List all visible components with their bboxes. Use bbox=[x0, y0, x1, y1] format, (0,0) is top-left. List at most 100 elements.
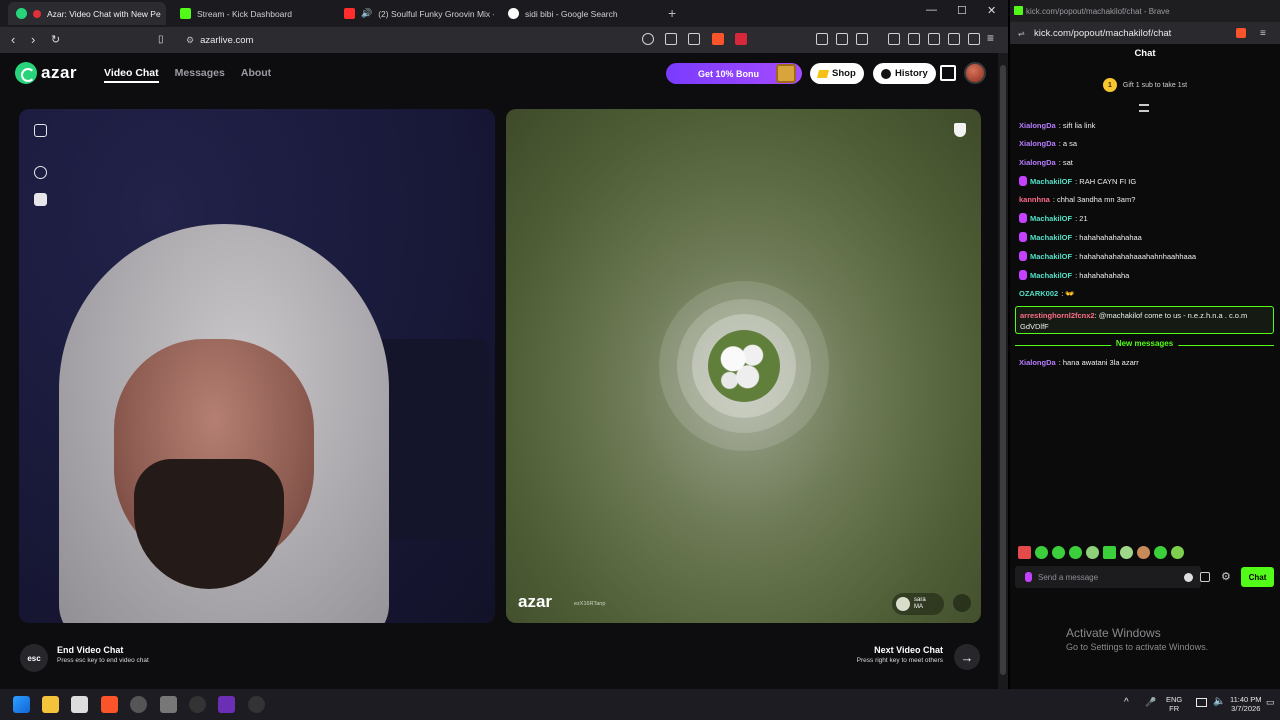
send-chat-button[interactable]: Chat bbox=[1241, 567, 1274, 587]
menu-icon[interactable]: ≡ bbox=[987, 31, 994, 45]
message-username[interactable]: MachakilOF bbox=[1030, 177, 1072, 186]
network-icon[interactable] bbox=[1196, 698, 1207, 707]
azar-logo[interactable]: azar bbox=[15, 62, 77, 84]
clock[interactable]: 11:40 PM 3/7/2026 bbox=[1230, 695, 1262, 713]
bonus-promo-button[interactable]: Get 10% Bonu bbox=[666, 63, 802, 84]
store-icon[interactable] bbox=[71, 696, 88, 713]
media-icon[interactable] bbox=[888, 33, 900, 45]
message-username[interactable]: MachakilOF bbox=[1030, 233, 1072, 242]
file-explorer-icon[interactable] bbox=[42, 696, 59, 713]
wallet-icon[interactable] bbox=[856, 33, 868, 45]
report-shield-icon[interactable] bbox=[954, 123, 966, 137]
chatgpt-icon[interactable] bbox=[248, 696, 265, 713]
face-filter-icon[interactable] bbox=[34, 193, 47, 206]
extensions-icon[interactable] bbox=[836, 33, 848, 45]
gift-leaderboard[interactable]: 1 Gift 1 sub to take 1st bbox=[1010, 74, 1280, 96]
brave-shields-icon[interactable] bbox=[712, 33, 724, 45]
reload-icon[interactable]: ↻ bbox=[51, 33, 60, 46]
message-username[interactable]: MachakilOF bbox=[1030, 214, 1072, 223]
emote-icon[interactable] bbox=[1103, 546, 1116, 559]
tab-youtube[interactable]: 🔊 (2) Soulful Funky Groovin Mix - F bbox=[336, 2, 494, 25]
chatgpt-icon[interactable] bbox=[189, 696, 206, 713]
watermark-id: ezX16RTanp bbox=[574, 601, 606, 607]
emote-icon[interactable] bbox=[1137, 546, 1150, 559]
message-username[interactable]: XialongDa bbox=[1019, 358, 1056, 367]
menu-icon[interactable]: ≡ bbox=[1260, 28, 1266, 39]
partner-badge[interactable]: sara MA bbox=[892, 593, 944, 615]
magic-wand-icon[interactable] bbox=[34, 166, 47, 179]
message-username[interactable]: arrestinghornl2fcnx2 bbox=[1020, 311, 1095, 320]
zoom-icon[interactable] bbox=[642, 33, 654, 45]
nav-about[interactable]: About bbox=[241, 67, 271, 83]
expand-icon[interactable] bbox=[34, 124, 47, 137]
chat-input[interactable]: Send a message bbox=[1015, 566, 1201, 588]
vpn-icon[interactable] bbox=[816, 33, 828, 45]
leo-ai-icon[interactable] bbox=[948, 33, 960, 45]
emote-icon[interactable] bbox=[1018, 546, 1031, 559]
nav-video-chat[interactable]: Video Chat bbox=[104, 67, 159, 83]
show-hidden-icons[interactable]: ^ bbox=[1124, 698, 1129, 708]
esc-button[interactable]: esc bbox=[20, 644, 48, 672]
brave-rewards-icon[interactable] bbox=[735, 33, 747, 45]
microphone-icon[interactable]: 🎤 bbox=[1145, 698, 1156, 707]
volume-icon[interactable]: 🔈 bbox=[1213, 697, 1225, 707]
emote-icon[interactable] bbox=[1035, 546, 1048, 559]
emote-icon[interactable] bbox=[1120, 546, 1133, 559]
brave-shields-icon[interactable] bbox=[1236, 28, 1246, 38]
inbox-icon[interactable] bbox=[940, 65, 956, 81]
nixt-icon[interactable] bbox=[218, 696, 235, 713]
page-scrollbar[interactable] bbox=[998, 53, 1008, 689]
message-username[interactable]: XialongDa bbox=[1019, 121, 1056, 130]
emoji-icon[interactable] bbox=[1184, 572, 1193, 582]
emote-icon[interactable] bbox=[1154, 546, 1167, 559]
message-username[interactable]: MachakilOF bbox=[1030, 252, 1072, 261]
share-icon[interactable] bbox=[688, 33, 700, 45]
scrollbar-thumb[interactable] bbox=[1000, 65, 1006, 675]
next-chat-title[interactable]: Next Video Chat bbox=[874, 645, 943, 655]
language-indicator[interactable]: ENG FR bbox=[1166, 695, 1182, 713]
next-arrow-icon[interactable]: → bbox=[954, 644, 980, 670]
emote-icon[interactable] bbox=[1171, 546, 1184, 559]
end-chat-title[interactable]: End Video Chat bbox=[57, 645, 123, 655]
message-username[interactable]: XialongDa bbox=[1019, 158, 1056, 167]
forward-icon[interactable]: › bbox=[31, 32, 35, 47]
obs-icon[interactable] bbox=[130, 696, 147, 713]
site-settings-icon[interactable]: ⇌ bbox=[1018, 29, 1025, 38]
emote-icon[interactable] bbox=[1086, 546, 1099, 559]
new-tab-icon[interactable]: + bbox=[668, 5, 676, 21]
brave-icon[interactable] bbox=[101, 696, 118, 713]
url-field[interactable]: ⚙ azarlive.com bbox=[186, 31, 666, 49]
shop-button[interactable]: Shop bbox=[810, 63, 864, 84]
back-icon[interactable]: ‹ bbox=[11, 32, 15, 47]
vpn-shield-icon[interactable] bbox=[968, 33, 980, 45]
tab-google[interactable]: sidi bibi - Google Search bbox=[500, 2, 660, 25]
site-info-icon[interactable]: ⚙ bbox=[186, 35, 194, 46]
cast-icon[interactable] bbox=[665, 33, 677, 45]
notifications-icon[interactable]: ▭ bbox=[1266, 698, 1275, 707]
settings-gear-icon[interactable]: ⚙ bbox=[1221, 570, 1231, 583]
tab-kick-dashboard[interactable]: Stream - Kick Dashboard bbox=[172, 2, 332, 25]
tab-azar[interactable]: Azar: Video Chat with New Pe ✕ bbox=[8, 2, 166, 25]
close-window-icon[interactable]: ✕ bbox=[987, 4, 996, 17]
gift-icon[interactable] bbox=[1200, 572, 1210, 582]
start-windows-icon[interactable] bbox=[13, 696, 30, 713]
message-username[interactable]: MachakilOF bbox=[1030, 271, 1072, 280]
profile-avatar[interactable] bbox=[964, 62, 986, 84]
chat-bubble-icon[interactable] bbox=[953, 594, 971, 612]
bookmark-icon[interactable]: ▯ bbox=[158, 34, 164, 45]
chat-url-bar[interactable]: ⇌ kick.com/popout/machakilof/chat ≡ bbox=[1010, 22, 1280, 44]
message-username[interactable]: kannhna bbox=[1019, 195, 1050, 204]
message-username[interactable]: XialongDa bbox=[1019, 139, 1056, 148]
history-button[interactable]: History bbox=[873, 63, 936, 84]
sidebar-icon[interactable] bbox=[908, 33, 920, 45]
screenshot-icon[interactable] bbox=[928, 33, 940, 45]
message-username[interactable]: OZARK002 bbox=[1019, 289, 1058, 298]
emote-icon[interactable] bbox=[1052, 546, 1065, 559]
highlighted-message[interactable]: arrestinghornl2fcnx2: @machakilof come t… bbox=[1015, 306, 1274, 334]
app-icon[interactable] bbox=[160, 696, 177, 713]
minimize-icon[interactable]: — bbox=[926, 4, 937, 16]
maximize-icon[interactable]: ☐ bbox=[957, 4, 967, 17]
pinned-toggle-icon[interactable] bbox=[1139, 104, 1149, 112]
emote-icon[interactable] bbox=[1069, 546, 1082, 559]
nav-messages[interactable]: Messages bbox=[175, 67, 225, 83]
